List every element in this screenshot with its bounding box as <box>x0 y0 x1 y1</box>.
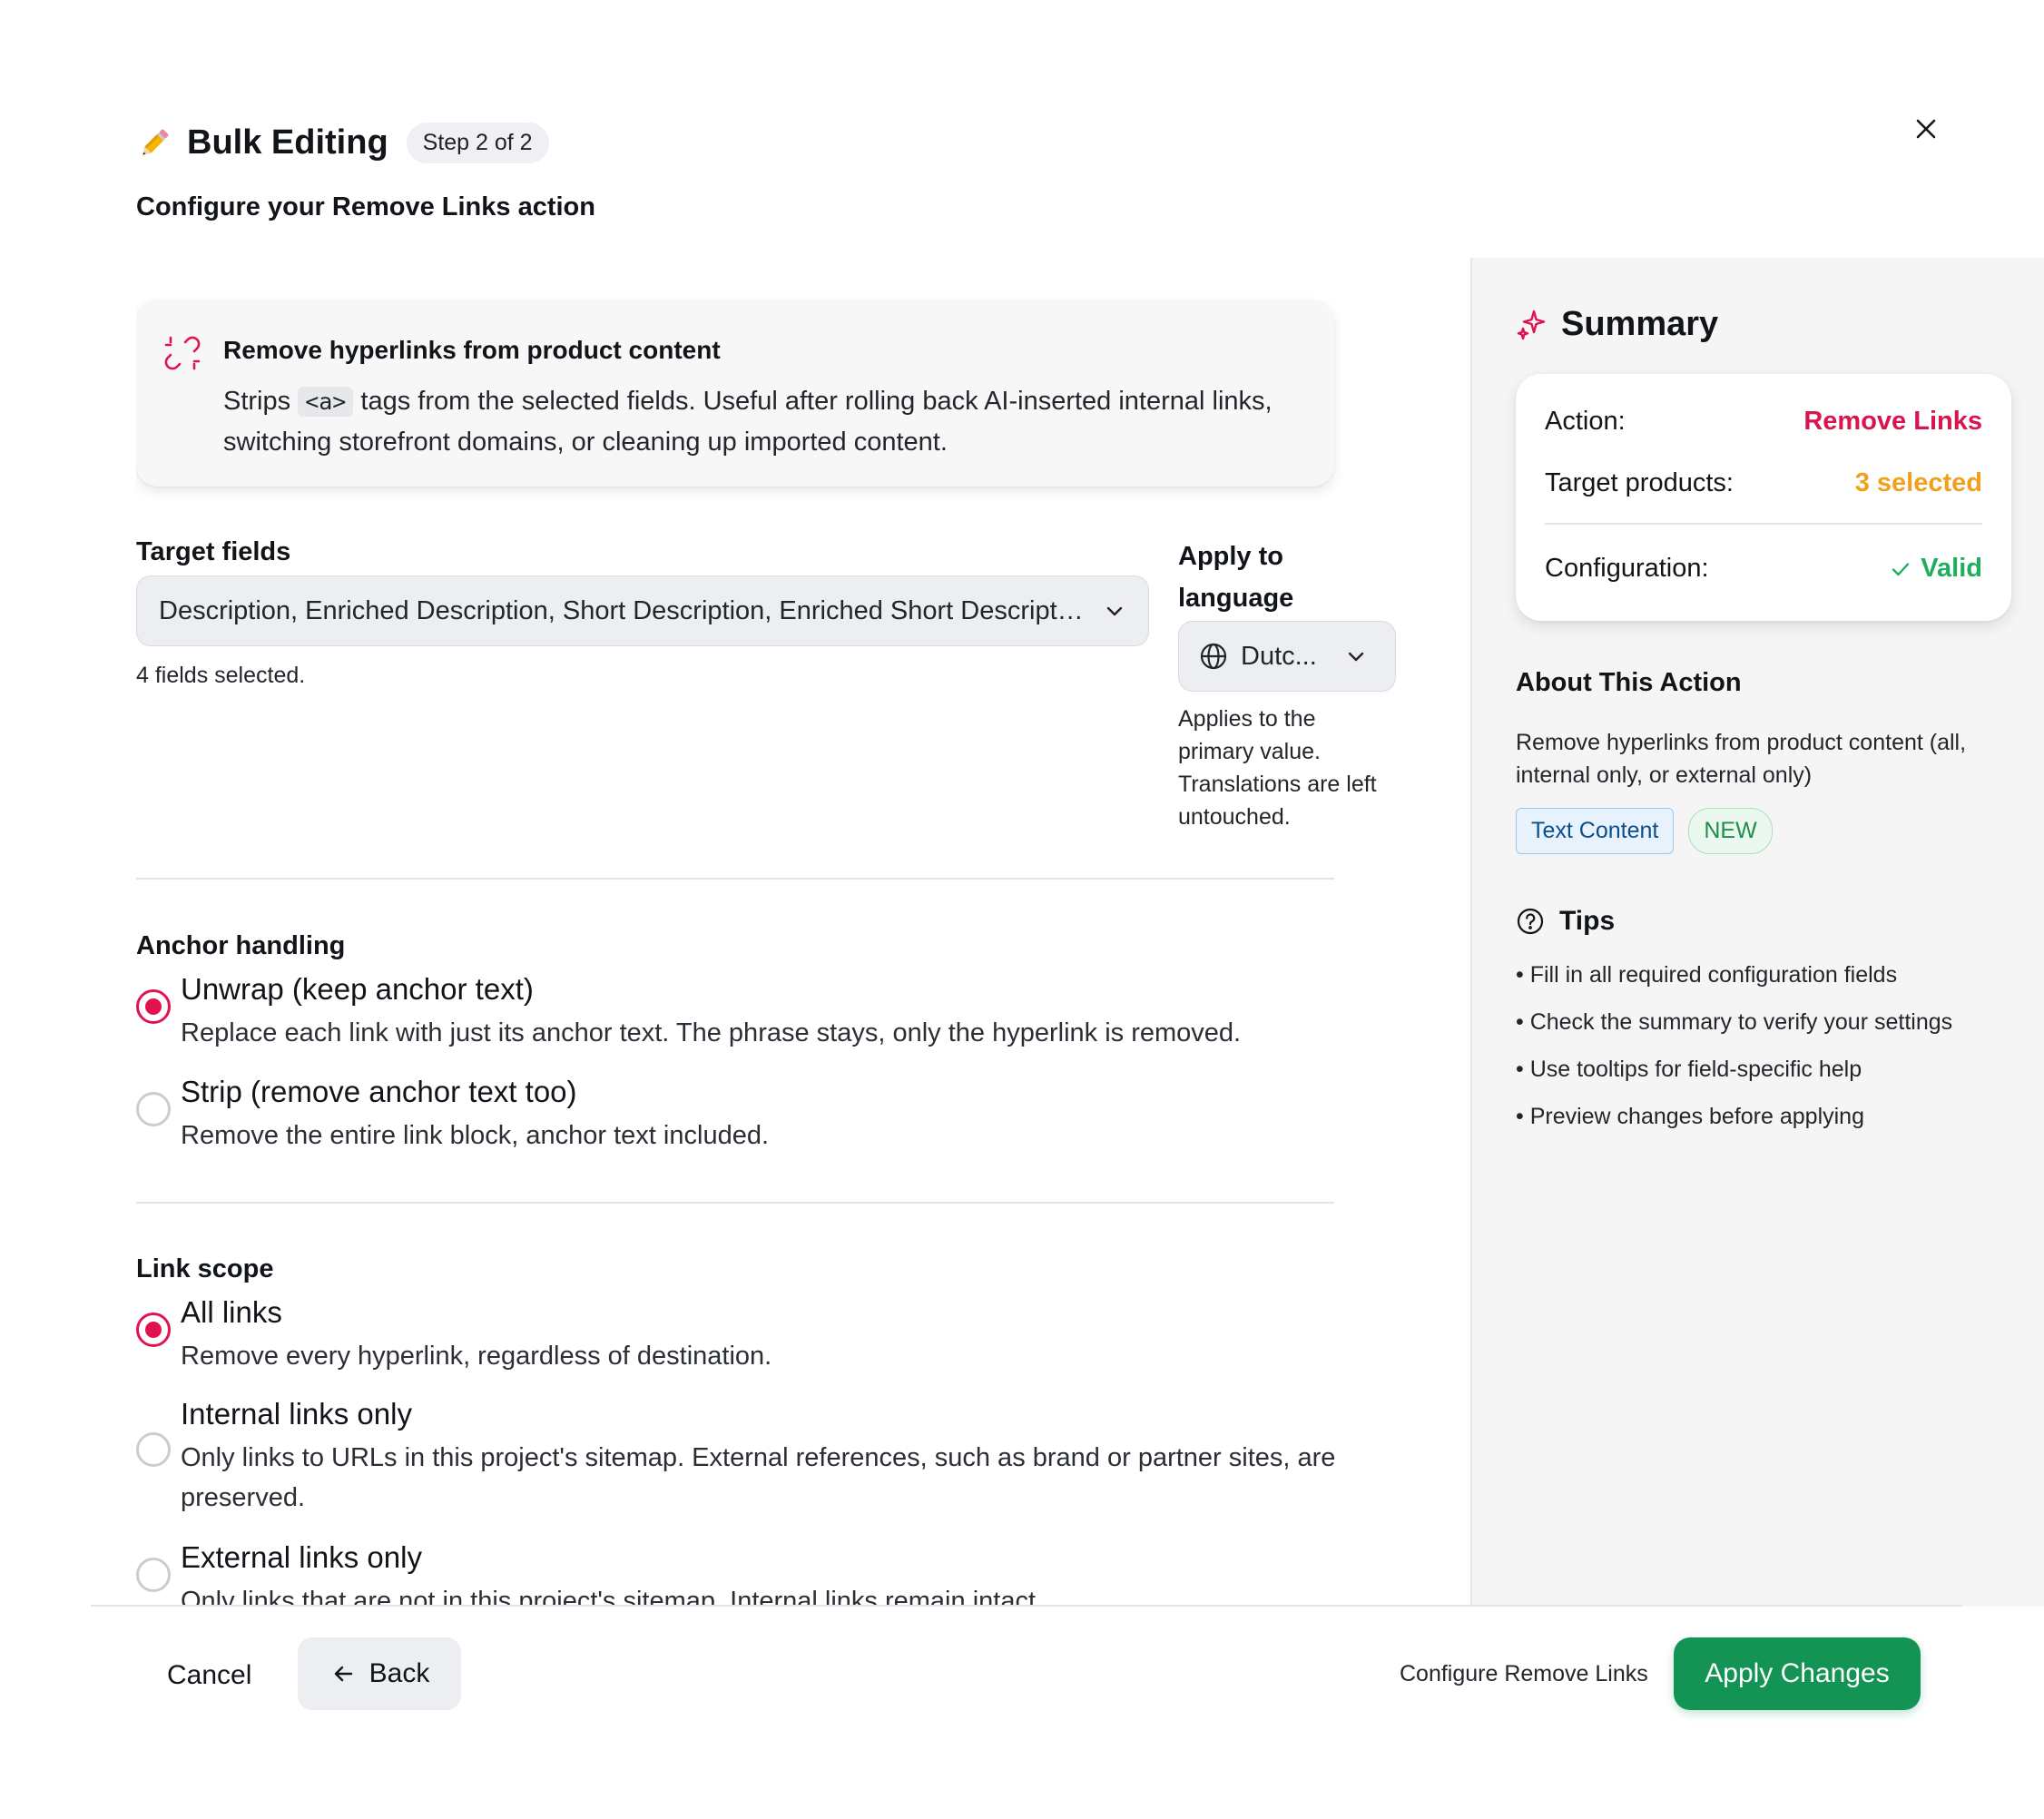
modal-title: Bulk Editing <box>187 123 388 162</box>
tip-item: • Use tooltips for field-specific help <box>1516 1057 1862 1082</box>
radio-title: Internal links only <box>181 1397 412 1431</box>
radio-external-links[interactable]: External links only Only links that are … <box>136 1538 1343 1607</box>
anchor-handling-label: Anchor handling <box>136 931 346 960</box>
subtitle-prefix: Configure your <box>136 192 332 221</box>
chevron-down-icon <box>1106 606 1123 616</box>
section-divider <box>136 878 1334 880</box>
summary-row-target: Target products: 3 selected <box>1545 468 1982 498</box>
radio-button-strip[interactable] <box>136 1092 171 1126</box>
target-fields-help: 4 fields selected. <box>136 663 306 688</box>
tip-item: • Fill in all required configuration fie… <box>1516 962 1898 988</box>
step-indicator: Step 2 of 2 <box>406 123 549 163</box>
summary-row-action: Action: Remove Links <box>1545 407 1982 437</box>
new-badge: NEW <box>1688 808 1773 854</box>
pencil-icon <box>142 129 169 155</box>
target-fields-label: Target fields <box>136 537 291 566</box>
summary-row-config: Configuration: Valid <box>1545 554 1982 584</box>
info-desc-after: tags from the selected fields. Useful af… <box>223 387 1273 457</box>
radio-description: Remove the entire link block, anchor tex… <box>181 1121 770 1150</box>
summary-key: Target products: <box>1545 468 1734 497</box>
summary-header: Summary <box>1516 305 1718 344</box>
radio-title: External links only <box>181 1540 422 1574</box>
modal-subtitle: Configure your Remove Links action <box>136 192 595 222</box>
tip-item: • Preview changes before applying <box>1516 1104 1864 1129</box>
section-divider <box>136 1202 1334 1204</box>
tips-list: • Fill in all required configuration fie… <box>1516 959 1952 1147</box>
globe-icon <box>1200 643 1227 670</box>
cancel-button[interactable]: Cancel <box>167 1639 251 1712</box>
radio-title: All links <box>181 1295 282 1329</box>
radio-button-all-links[interactable] <box>136 1313 171 1347</box>
footer-config-label: Configure Remove Links <box>1400 1661 1648 1686</box>
radio-all-links-text: All links Remove every hyperlink, regard… <box>181 1293 771 1376</box>
summary-title: Summary <box>1561 305 1719 343</box>
language-label: Apply to language <box>1178 542 1294 613</box>
chevron-down-icon <box>1348 652 1364 662</box>
radio-button-unwrap[interactable] <box>136 989 171 1024</box>
info-description: Strips <a> tags from the selected fields… <box>223 381 1312 462</box>
tip-item: • Check the summary to verify your setti… <box>1516 1009 1953 1035</box>
summary-divider <box>1545 523 1982 525</box>
subtitle-action: Remove Links <box>331 192 511 221</box>
tips-title: Tips <box>1559 906 1616 936</box>
about-badges: Text Content NEW <box>1516 808 1773 854</box>
radio-title: Strip (remove anchor text too) <box>181 1075 577 1108</box>
subtitle-suffix: action <box>510 192 595 221</box>
question-circle-icon <box>1517 908 1544 935</box>
radio-description: Remove every hyperlink, regardless of de… <box>181 1342 772 1371</box>
language-value: Dutc... <box>1241 641 1317 671</box>
check-icon <box>1892 562 1910 575</box>
about-title: About This Action <box>1516 668 1742 697</box>
modal-header: Bulk Editing Step 2 of 2 <box>136 123 549 163</box>
apply-changes-button[interactable]: Apply Changes <box>1674 1637 1921 1710</box>
radio-description: Replace each link with just its anchor t… <box>181 1018 1242 1047</box>
radio-internal-links[interactable]: Internal links only Only links to URLs i… <box>136 1394 1343 1518</box>
close-icon[interactable] <box>1911 113 1941 144</box>
sparkle-icon <box>1517 310 1546 339</box>
radio-unwrap[interactable]: Unwrap (keep anchor text) Replace each l… <box>136 969 1343 1053</box>
language-help: Applies to the primary value. Translatio… <box>1178 706 1377 830</box>
language-select[interactable]: Dutc... <box>1178 621 1396 692</box>
summary-config-value: Valid <box>1890 554 1982 584</box>
category-badge: Text Content <box>1516 808 1675 854</box>
target-fields-select[interactable]: Description, Enriched Description, Short… <box>136 575 1149 646</box>
radio-external-links-text: External links only Only links that are … <box>181 1538 1043 1607</box>
summary-card: Action: Remove Links Target products: 3 … <box>1516 374 2011 621</box>
radio-strip[interactable]: Strip (remove anchor text too) Remove th… <box>136 1072 1343 1155</box>
config-panel: Remove hyperlinks from product content S… <box>136 258 1470 1607</box>
radio-title: Unwrap (keep anchor text) <box>181 972 534 1006</box>
radio-description: Only links to URLs in this project's sit… <box>181 1443 1336 1512</box>
info-title: Remove hyperlinks from product content <box>223 336 721 364</box>
tips-header: Tips <box>1516 906 1615 937</box>
summary-key: Configuration: <box>1545 554 1709 583</box>
info-desc-before: Strips <box>223 387 299 416</box>
radio-button-external-links[interactable] <box>136 1558 171 1592</box>
radio-button-internal-links[interactable] <box>136 1432 171 1467</box>
action-info-card: Remove hyperlinks from product content S… <box>136 300 1334 487</box>
link-scope-label: Link scope <box>136 1254 274 1283</box>
summary-key: Action: <box>1545 407 1626 436</box>
summary-valid-text: Valid <box>1921 554 1982 583</box>
arrow-left-icon <box>334 1666 352 1682</box>
summary-target-value: 3 selected <box>1854 468 1982 497</box>
summary-action-value: Remove Links <box>1803 407 1982 436</box>
about-description: Remove hyperlinks from product content (… <box>1516 730 1967 788</box>
modal-footer: Cancel Back Configure Remove Links Apply… <box>91 1605 1962 1819</box>
summary-sidebar: Summary Action: Remove Links Target prod… <box>1470 258 2044 1607</box>
radio-all-links[interactable]: All links Remove every hyperlink, regard… <box>136 1293 1343 1376</box>
info-desc-code: <a> <box>298 387 354 417</box>
radio-unwrap-text: Unwrap (keep anchor text) Replace each l… <box>181 969 1241 1053</box>
radio-description: Only links that are not in this project'… <box>181 1587 1044 1607</box>
target-fields-value: Description, Enriched Description, Short… <box>159 595 1085 625</box>
back-button[interactable]: Back <box>298 1637 461 1710</box>
radio-internal-links-text: Internal links only Only links to URLs i… <box>181 1394 1343 1518</box>
back-label: Back <box>369 1658 430 1688</box>
bulk-edit-modal: Bulk Editing Step 2 of 2 Configure your … <box>91 0 2044 1819</box>
radio-strip-text: Strip (remove anchor text too) Remove th… <box>181 1072 769 1155</box>
unlink-icon <box>164 336 201 370</box>
